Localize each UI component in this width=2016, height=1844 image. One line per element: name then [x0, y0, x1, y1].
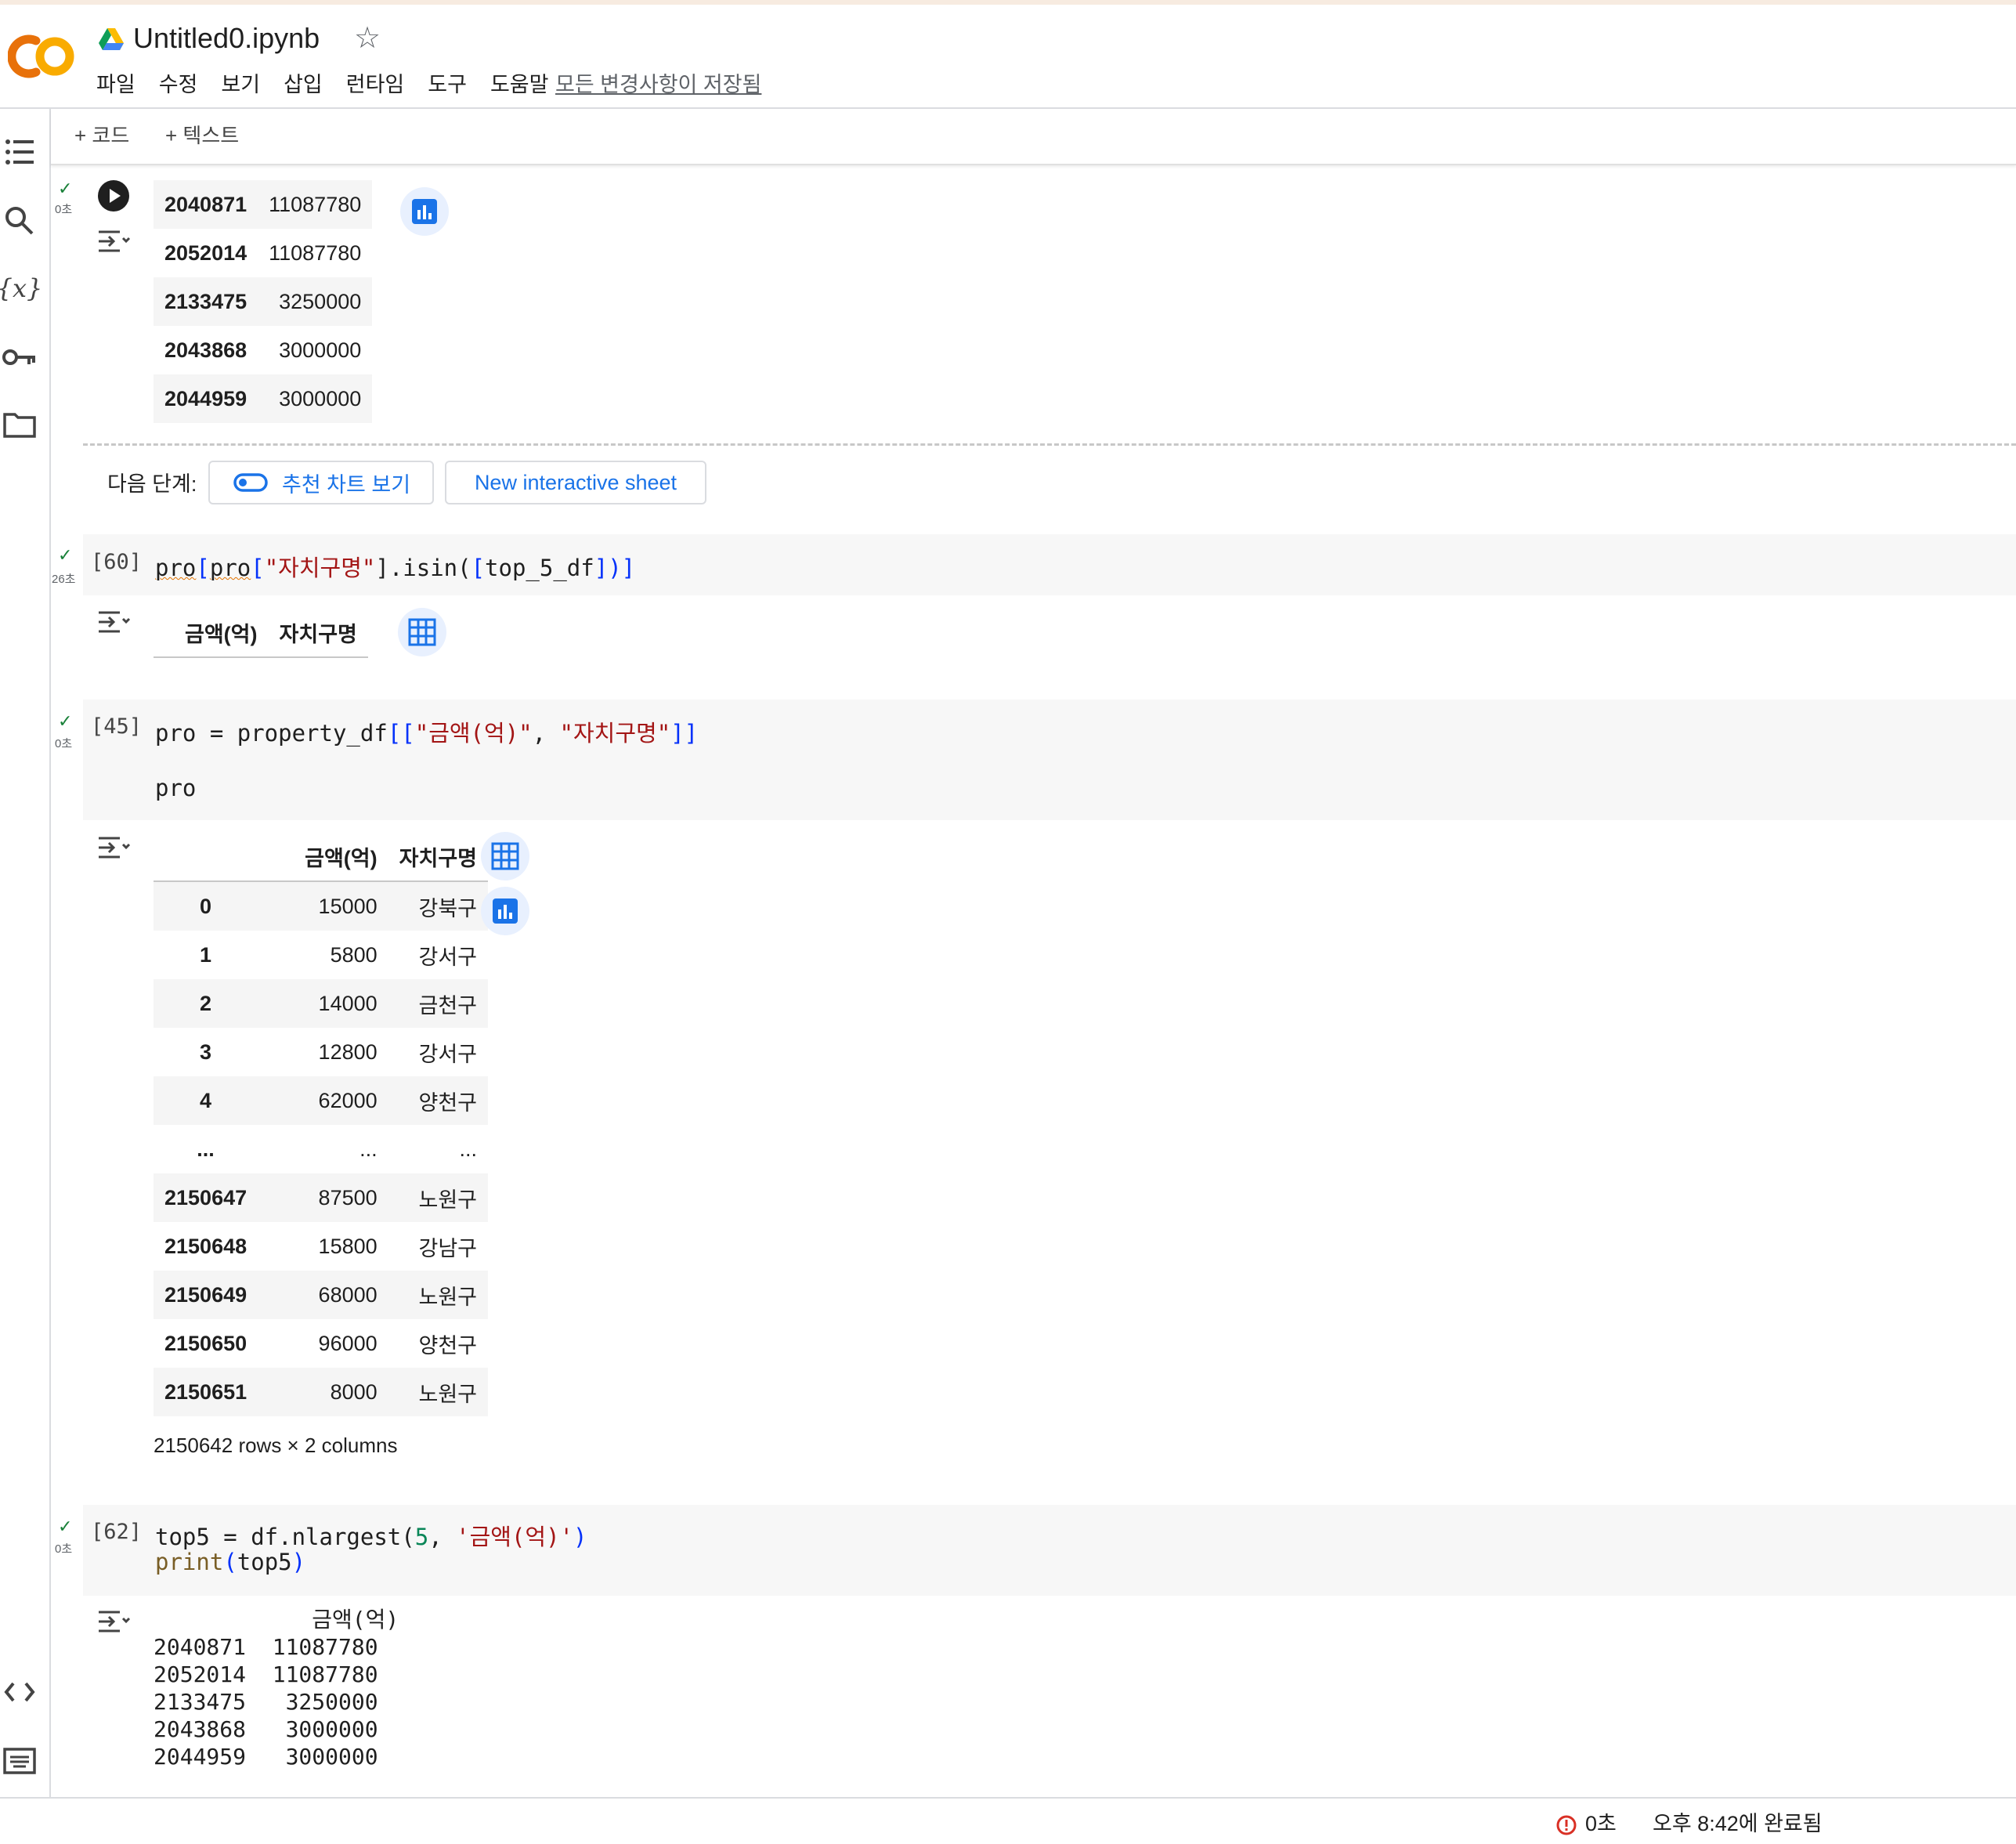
execution-count: [45] [91, 714, 143, 739]
menu-view[interactable]: 보기 [221, 67, 260, 98]
cell-success-icon: ✓ [58, 545, 73, 565]
header: Untitled0.ipynb ☆ 파일 수정 보기 삽입 런타임 도구 도움말… [0, 5, 2016, 109]
menu-bar: 파일 수정 보기 삽입 런타임 도구 도움말 [96, 67, 573, 98]
table-header-row: 금액(억) 자치구명 [154, 608, 368, 658]
code-cell-45[interactable]: pro = property_df[["금액(억)", "자치구명"]] pro [83, 700, 2016, 820]
table-row: 1 5800 강서구 [200, 942, 478, 969]
toggle-icon [233, 473, 268, 492]
cell-success-icon: ✓ [58, 1517, 73, 1536]
table-row: 2150650 96000 양천구 [164, 1331, 478, 1358]
menu-tools[interactable]: 도구 [428, 67, 467, 98]
code-cell-60[interactable]: pro[pro["자치구명"].isin([top_5_df])] [83, 534, 2016, 595]
code-line[interactable]: top5 = df.nlargest(5, '금액(억)') [155, 1519, 587, 1552]
output-toggle-icon[interactable] [96, 1609, 131, 1634]
folder-icon[interactable] [0, 405, 39, 444]
cell-success-icon: ✓ [58, 711, 73, 731]
save-status[interactable]: 모든 변경사항이 저장됨 [555, 67, 761, 98]
table-row: 2052014 11087780 [164, 240, 362, 265]
left-sidebar: {x} [0, 109, 51, 1798]
cell-exec-time: 0초 [55, 737, 73, 750]
cell-exec-time: 0초 [55, 1542, 73, 1556]
code-line[interactable]: pro = property_df[["금액(억)", "자치구명"]] [155, 715, 698, 748]
table-of-contents-icon[interactable] [0, 132, 39, 172]
recommended-chart-button[interactable]: 추천 차트 보기 [208, 461, 434, 504]
error-icon [1556, 1815, 1577, 1835]
bar-chart-icon [412, 199, 437, 224]
table-row: 3 12800 강서구 [200, 1040, 478, 1066]
status-completed: 오후 8:42에 완료됨 [1653, 1812, 1823, 1835]
table-header-row: 금액(억) 자치구명 [154, 832, 489, 882]
table-row: 2040871 11087780 [154, 180, 373, 229]
top-output-table: 2040871 11087780 2052014 11087780 2133475 3… [154, 180, 373, 423]
table-row: 4 62000 양천구 [154, 1076, 489, 1125]
cell45-dataframe-table: 금액(억) 자치구명 0 15000 강북구 1 5800 강서구 2 14000 금천구 … [154, 832, 489, 1416]
key-icon[interactable] [0, 338, 39, 377]
table-row: 2044959 3000000 [154, 374, 373, 423]
run-cell-icon[interactable] [98, 180, 129, 212]
output-toggle-icon[interactable] [96, 229, 131, 254]
cell-success-icon: ✓ [58, 179, 73, 198]
menu-edit[interactable]: 수정 [159, 67, 198, 98]
table-row: 2133475 3250000 [154, 277, 373, 326]
convert-to-table-button[interactable] [481, 832, 529, 880]
table-row: ......... [197, 1137, 478, 1161]
variables-icon[interactable]: {x} [0, 269, 42, 308]
cell-exec-time: 0초 [55, 203, 73, 216]
menu-insert[interactable]: 삽입 [284, 67, 323, 98]
status-elapsed[interactable]: 0초 [1555, 1806, 1617, 1837]
table-row: 2150649 68000 노원구 [154, 1271, 489, 1319]
menu-help[interactable]: 도움말 [490, 67, 549, 98]
search-icon[interactable] [0, 201, 39, 240]
convert-to-table-button[interactable] [398, 608, 446, 656]
add-code-button[interactable]: + 코드 [74, 120, 129, 149]
table-row: 2150647 87500 노원구 [154, 1173, 489, 1222]
output-toggle-icon[interactable] [96, 609, 131, 635]
dataframe-shape-info: 2150642 rows × 2 columns [154, 1434, 398, 1457]
output-divider [83, 443, 2016, 446]
code-line[interactable]: pro [155, 775, 196, 801]
menu-runtime[interactable]: 런타임 [346, 67, 405, 98]
cell60-output-table: 금액(억) 자치구명 [154, 608, 368, 658]
chart-suggest-button[interactable] [481, 887, 529, 935]
table-row: 0 15000 강북구 [154, 881, 489, 931]
execution-count: [60] [91, 550, 143, 574]
bar-chart-icon [493, 898, 518, 924]
table-icon [491, 842, 519, 870]
notebook-toolbar: + 코드 + 텍스트 [51, 109, 2016, 165]
code-cell-62[interactable]: top5 = df.nlargest(5, '금액(억)') print(top… [83, 1505, 2016, 1596]
code-line[interactable]: pro[pro["자치구명"].isin([top_5_df])] [155, 550, 635, 583]
add-text-button[interactable]: + 텍스트 [165, 120, 239, 149]
status-bar: 0초 오후 8:42에 완료됨 [0, 1797, 2016, 1844]
execution-count: [62] [91, 1520, 143, 1544]
notebook-title[interactable]: Untitled0.ipynb [133, 22, 320, 55]
table-row: 2150651 8000 노원구 [154, 1368, 489, 1416]
terminal-icon[interactable] [0, 1741, 39, 1781]
code-snippets-icon[interactable] [0, 1672, 39, 1712]
output-toggle-icon[interactable] [96, 835, 131, 860]
chart-suggest-button[interactable] [400, 187, 449, 236]
drive-icon[interactable] [99, 28, 124, 52]
cell-exec-time: 26초 [52, 573, 76, 586]
next-steps-label: 다음 단계: [107, 472, 197, 496]
code-line[interactable]: print(top5) [155, 1549, 305, 1575]
table-row: 2150648 15800 강남구 [164, 1234, 478, 1260]
table-icon [408, 618, 436, 646]
new-interactive-sheet-button[interactable]: New interactive sheet [445, 461, 706, 504]
star-icon[interactable]: ☆ [354, 20, 381, 56]
colab-logo[interactable] [8, 28, 75, 85]
table-row: 2043868 3000000 [164, 338, 362, 362]
table-row: 2 14000 금천구 [154, 979, 489, 1028]
print-output: 금액(억) 2040871 11087780 2052014 11087780 … [154, 1607, 399, 1770]
menu-file[interactable]: 파일 [96, 67, 135, 98]
